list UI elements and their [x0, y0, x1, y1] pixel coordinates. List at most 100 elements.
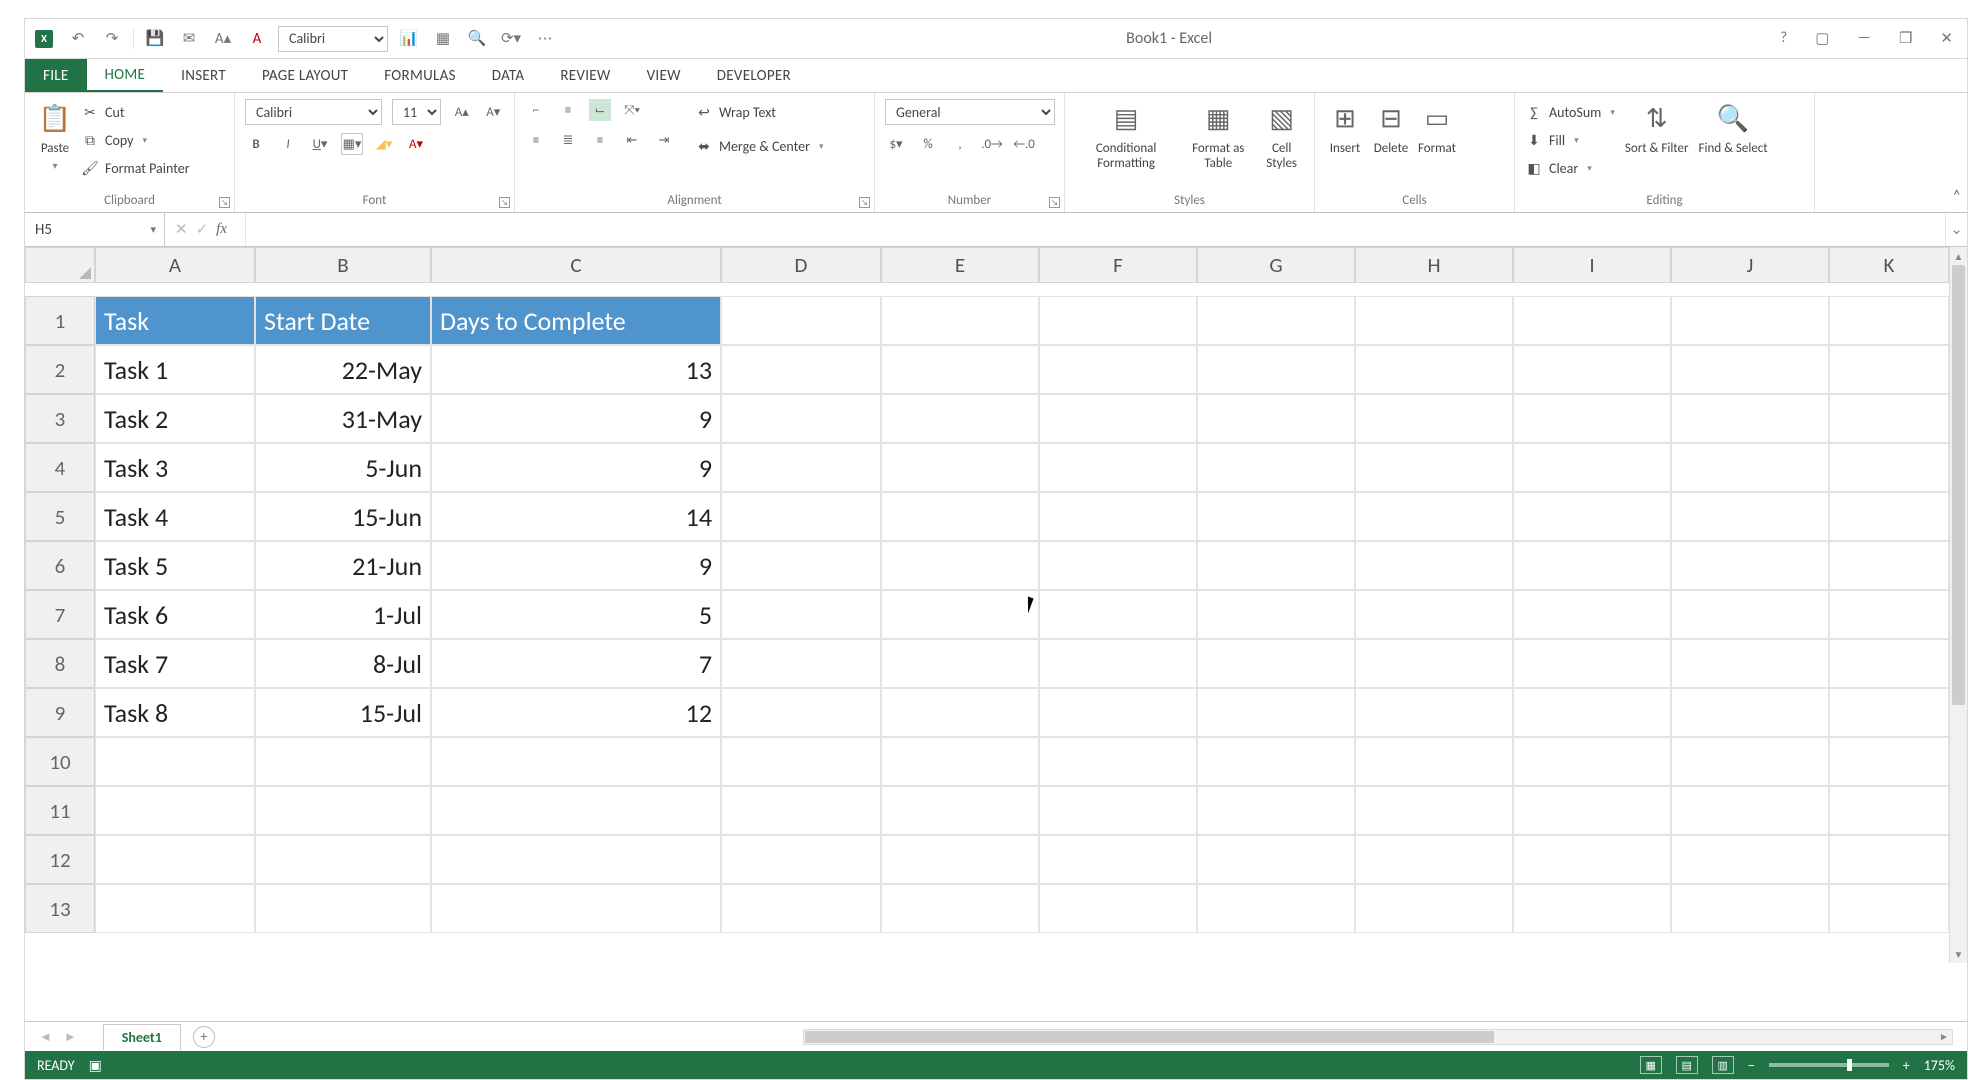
cell-D3[interactable] [721, 394, 881, 443]
ribbon-options-icon[interactable]: ▢ [1815, 29, 1829, 48]
cell-H1[interactable] [1355, 296, 1513, 345]
cell-C10[interactable] [431, 737, 721, 786]
cell-C3[interactable]: 9 [431, 394, 721, 443]
qat-font-name[interactable]: Calibri [278, 26, 388, 52]
cell-G10[interactable] [1197, 737, 1355, 786]
col-header-I[interactable]: I [1513, 247, 1671, 283]
cell-J2[interactable] [1671, 345, 1829, 394]
cell-K11[interactable] [1829, 786, 1949, 835]
cell-I6[interactable] [1513, 541, 1671, 590]
increase-decimal-icon[interactable]: .0→ [981, 133, 1003, 155]
cell-B7[interactable]: 1-Jul [255, 590, 431, 639]
cell-C12[interactable] [431, 835, 721, 884]
cell-I7[interactable] [1513, 590, 1671, 639]
cell-A5[interactable]: Task 4 [95, 492, 255, 541]
cell-F11[interactable] [1039, 786, 1197, 835]
help-icon[interactable]: ? [1780, 29, 1787, 48]
scroll-up-icon[interactable]: ▲ [1950, 247, 1967, 265]
fill-button[interactable]: ⬇Fill▾ [1525, 127, 1615, 153]
col-header-G[interactable]: G [1197, 247, 1355, 283]
row-header-6[interactable]: 6 [25, 541, 95, 590]
col-header-K[interactable]: K [1829, 247, 1949, 283]
add-sheet-button[interactable]: + [193, 1026, 215, 1048]
row-header-2[interactable]: 2 [25, 345, 95, 394]
decrease-indent-icon[interactable]: ⇤ [621, 129, 643, 151]
cell-B4[interactable]: 5-Jun [255, 443, 431, 492]
col-header-C[interactable]: C [431, 247, 721, 283]
cell-K13[interactable] [1829, 884, 1949, 933]
cell-J5[interactable] [1671, 492, 1829, 541]
sort-filter-button[interactable]: ⇅Sort & Filter [1625, 99, 1689, 157]
hscroll-thumb[interactable] [805, 1031, 1494, 1043]
align-bottom-icon[interactable]: ⌙ [589, 99, 611, 121]
cell-E13[interactable] [881, 884, 1039, 933]
cell-I8[interactable] [1513, 639, 1671, 688]
cell-J1[interactable] [1671, 296, 1829, 345]
cell-B2[interactable]: 22-May [255, 345, 431, 394]
cell-K1[interactable] [1829, 296, 1949, 345]
cell-E5[interactable] [881, 492, 1039, 541]
tab-insert[interactable]: INSERT [163, 59, 244, 92]
cell-J10[interactable] [1671, 737, 1829, 786]
cell-F4[interactable] [1039, 443, 1197, 492]
cell-B5[interactable]: 15-Jun [255, 492, 431, 541]
cell-I9[interactable] [1513, 688, 1671, 737]
cell-K6[interactable] [1829, 541, 1949, 590]
cell-C6[interactable]: 9 [431, 541, 721, 590]
cell-C2[interactable]: 13 [431, 345, 721, 394]
vertical-scrollbar[interactable]: ▲ ▼ [1949, 247, 1967, 963]
cell-H9[interactable] [1355, 688, 1513, 737]
cancel-formula-icon[interactable]: ✕ [175, 220, 188, 239]
row-header-7[interactable]: 7 [25, 590, 95, 639]
font-color-icon[interactable]: A [244, 26, 270, 52]
cell-J7[interactable] [1671, 590, 1829, 639]
font-dialog-icon[interactable]: ↘ [499, 197, 510, 208]
cell-J13[interactable] [1671, 884, 1829, 933]
cell-A9[interactable]: Task 8 [95, 688, 255, 737]
cell-I4[interactable] [1513, 443, 1671, 492]
cell-E1[interactable] [881, 296, 1039, 345]
row-header-12[interactable]: 12 [25, 835, 95, 884]
col-header-A[interactable]: A [95, 247, 255, 283]
alignment-dialog-icon[interactable]: ↘ [859, 197, 870, 208]
cell-E12[interactable] [881, 835, 1039, 884]
cell-G9[interactable] [1197, 688, 1355, 737]
cell-C1[interactable]: Days to Complete [431, 296, 721, 345]
cell-C11[interactable] [431, 786, 721, 835]
preview-icon[interactable]: 🔍 [464, 26, 490, 52]
close-icon[interactable]: ✕ [1940, 29, 1953, 48]
increase-font-icon[interactable]: A▴ [451, 101, 473, 123]
cell-G2[interactable] [1197, 345, 1355, 394]
formula-input[interactable] [245, 213, 1945, 246]
cell-D11[interactable] [721, 786, 881, 835]
name-box[interactable]: H5 [25, 213, 165, 246]
cell-F6[interactable] [1039, 541, 1197, 590]
maximize-icon[interactable]: ❐ [1899, 29, 1912, 48]
cell-G13[interactable] [1197, 884, 1355, 933]
cell-A2[interactable]: Task 1 [95, 345, 255, 394]
cell-G1[interactable] [1197, 296, 1355, 345]
insert-cells-button[interactable]: ⊞Insert [1325, 99, 1365, 157]
cell-K2[interactable] [1829, 345, 1949, 394]
minimize-icon[interactable]: — [1857, 29, 1871, 48]
cell-F1[interactable] [1039, 296, 1197, 345]
cell-C5[interactable]: 14 [431, 492, 721, 541]
tab-review[interactable]: REVIEW [542, 59, 628, 92]
cell-E3[interactable] [881, 394, 1039, 443]
underline-button[interactable]: U▾ [309, 133, 331, 155]
cell-G11[interactable] [1197, 786, 1355, 835]
cell-A4[interactable]: Task 3 [95, 443, 255, 492]
font-name-select[interactable]: Calibri [245, 99, 382, 125]
expand-formula-icon[interactable]: ⌄ [1945, 213, 1967, 246]
merge-center-button[interactable]: ⬌Merge & Center▾ [695, 133, 824, 159]
cell-D4[interactable] [721, 443, 881, 492]
cell-K12[interactable] [1829, 835, 1949, 884]
cell-F7[interactable] [1039, 590, 1197, 639]
cell-K3[interactable] [1829, 394, 1949, 443]
cell-H3[interactable] [1355, 394, 1513, 443]
cell-D10[interactable] [721, 737, 881, 786]
page-break-view-icon[interactable]: ▥ [1712, 1056, 1734, 1074]
cell-styles-button[interactable]: ▧Cell Styles [1259, 99, 1304, 172]
cell-A10[interactable] [95, 737, 255, 786]
cell-K4[interactable] [1829, 443, 1949, 492]
